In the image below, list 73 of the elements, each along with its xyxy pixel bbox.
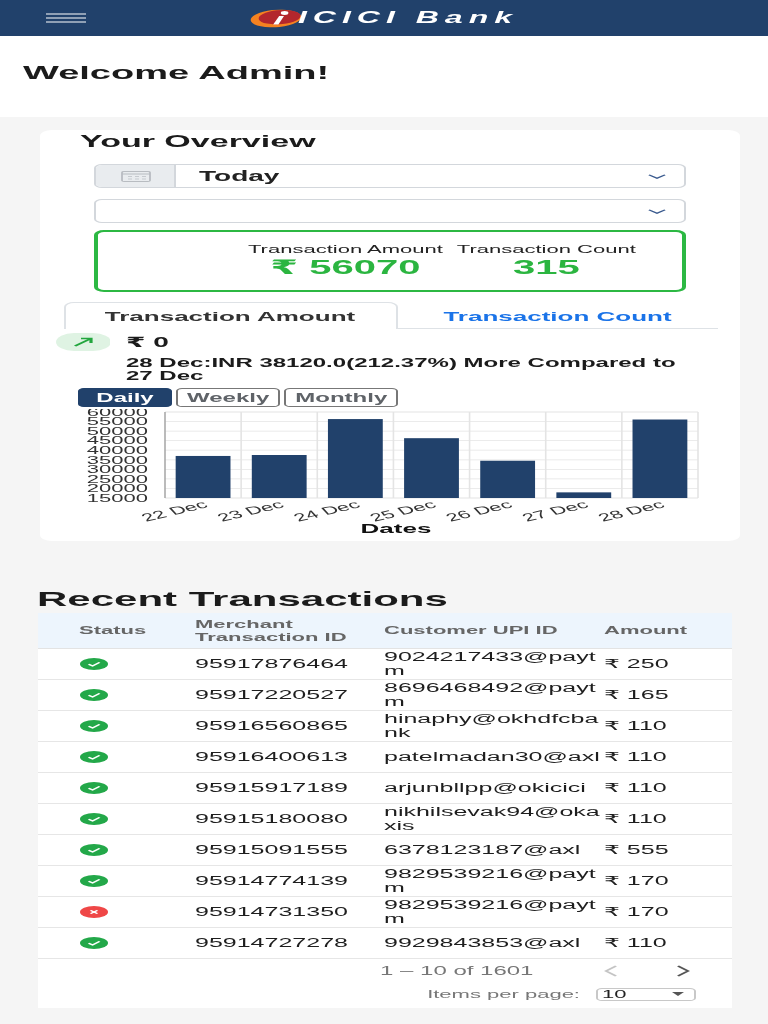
stat-label: Transaction Amount bbox=[248, 242, 443, 256]
welcome-heading: Welcome Admin! bbox=[23, 61, 330, 84]
table-cell-text: nikhilsevak94@okaxis bbox=[384, 805, 601, 833]
column-header: Amount bbox=[604, 624, 688, 637]
logo-text: ICICI Bank bbox=[297, 8, 518, 28]
table-cell: 95917220527 bbox=[195, 688, 348, 702]
table-cell: 95916400613 bbox=[195, 750, 348, 764]
tab[interactable]: Transaction Count bbox=[397, 302, 718, 329]
period-button[interactable]: Weekly bbox=[176, 388, 281, 407]
x-axis-label: 25 Dec bbox=[365, 497, 440, 524]
stat-label: Transaction Count bbox=[456, 242, 636, 256]
table-cell: 95915180080 bbox=[195, 812, 348, 826]
chevron-left-icon bbox=[604, 965, 618, 977]
overview-title: Your Overview bbox=[80, 132, 316, 152]
table-cell: ₹ 170 bbox=[604, 874, 669, 888]
x-axis-label: 26 Dec bbox=[441, 497, 516, 524]
table-cell: patelmadan30@axl bbox=[384, 750, 600, 764]
chart-bar bbox=[251, 455, 307, 498]
table-cell: 95916560865 bbox=[195, 719, 348, 733]
stat-value: ₹ 56070 bbox=[270, 255, 421, 278]
table-cell: 95914727278 bbox=[195, 936, 348, 950]
table-cell: 95915917189 bbox=[195, 781, 348, 795]
x-axis-label: 23 Dec bbox=[213, 497, 288, 524]
tab[interactable]: Transaction Amount bbox=[63, 302, 397, 329]
page-size-select[interactable]: 10 bbox=[596, 987, 695, 1001]
period-button[interactable]: Daily bbox=[78, 388, 172, 407]
axis-title: Dates bbox=[360, 521, 432, 536]
calendar-icon bbox=[95, 165, 175, 187]
table-cell-text: hinaphy@okhdfcbank bbox=[384, 712, 600, 740]
chart-bar bbox=[480, 460, 536, 498]
page-range-label: 1 – 10 of 1601 bbox=[380, 964, 534, 978]
date-range-select[interactable]: Today bbox=[93, 164, 686, 188]
next-page-button[interactable] bbox=[676, 965, 690, 977]
column-header: Merchant Transaction ID bbox=[195, 617, 348, 644]
trend-value: ₹ 0 bbox=[126, 334, 169, 350]
table-cell: ₹ 170 bbox=[604, 905, 669, 919]
table-cell: ₹ 250 bbox=[604, 657, 669, 671]
period-button[interactable]: Monthly bbox=[284, 388, 399, 407]
table-cell: 95914774139 bbox=[195, 874, 348, 888]
table-cell-text: 9829539216@paytm bbox=[384, 867, 597, 895]
table-cell: ₹ 110 bbox=[604, 936, 667, 950]
caret-down-icon bbox=[671, 992, 683, 996]
chevron-down-icon bbox=[648, 173, 666, 179]
chart-bar bbox=[175, 455, 231, 498]
table-cell: 95915091555 bbox=[195, 843, 348, 857]
chart-bar bbox=[556, 492, 612, 498]
table-cell: ₹ 165 bbox=[604, 688, 669, 702]
table-cell: arjunbllpp@okicici bbox=[384, 781, 586, 795]
table-cell: 6378123187@axl bbox=[384, 843, 581, 857]
x-axis-label: 27 Dec bbox=[518, 497, 592, 524]
column-header: Status bbox=[79, 624, 147, 637]
items-per-page-label: Items per page: bbox=[427, 988, 580, 1000]
chevron-down-icon bbox=[648, 208, 666, 214]
section-title: Recent Transactions bbox=[37, 587, 448, 611]
table-cell: 9929843853@axl bbox=[384, 936, 581, 950]
table-cell: ₹ 110 bbox=[604, 781, 667, 795]
menu-icon bbox=[45, 13, 85, 23]
chart-bar bbox=[404, 438, 459, 498]
column-header: Customer UPI ID bbox=[384, 624, 558, 637]
table-cell: ₹ 555 bbox=[604, 843, 669, 857]
table-cell: ₹ 110 bbox=[604, 812, 667, 826]
table-cell: ₹ 110 bbox=[604, 719, 667, 733]
menu-button[interactable] bbox=[45, 13, 85, 23]
x-axis-label: 28 Dec bbox=[594, 497, 669, 524]
table-cell: 95917876464 bbox=[195, 657, 348, 671]
table-cell: 95914731350 bbox=[195, 905, 348, 919]
table-cell: ₹ 110 bbox=[604, 750, 667, 764]
stat-value: 315 bbox=[512, 255, 580, 278]
chevron-right-icon bbox=[676, 965, 690, 977]
trend-note: 28 Dec:INR 38120.0(212.37%) More Compared to 27 Dec bbox=[126, 357, 677, 382]
table-cell-text: 9024217433@paytm bbox=[384, 650, 597, 678]
x-axis-label: 24 Dec bbox=[289, 497, 364, 524]
table-cell-text: 9829539216@paytm bbox=[384, 898, 597, 926]
